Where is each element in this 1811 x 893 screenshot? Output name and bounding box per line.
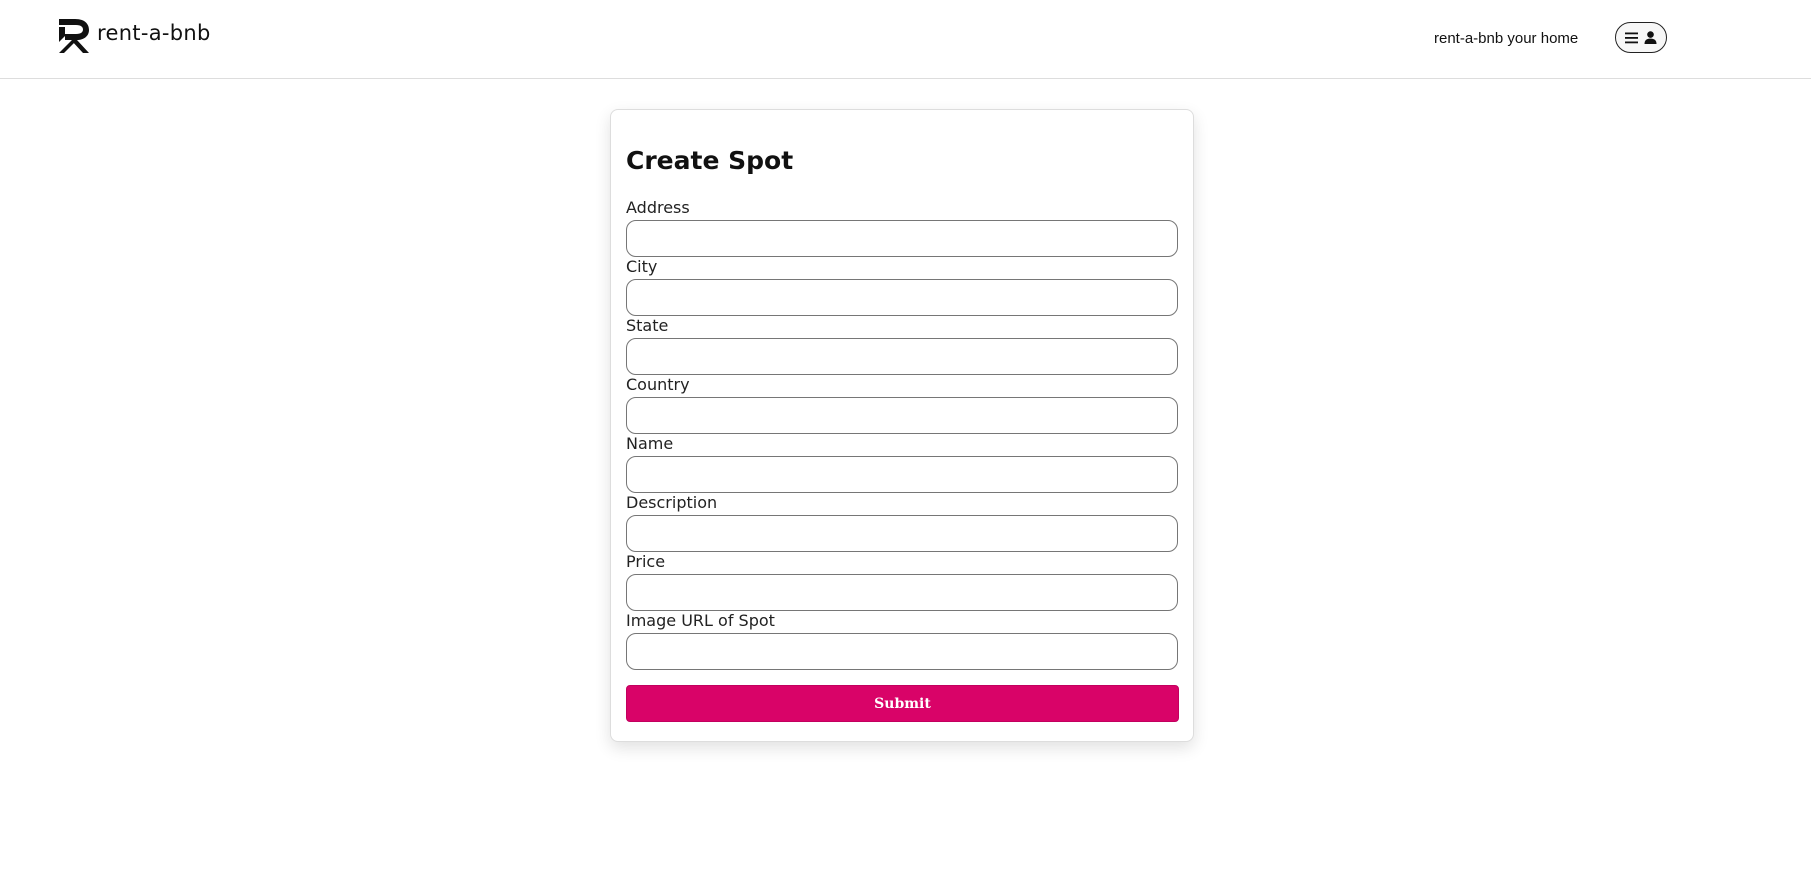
host-your-home-link[interactable]: rent-a-bnb your home	[1434, 30, 1578, 47]
r-logo-icon	[59, 19, 89, 53]
address-input[interactable]	[626, 220, 1178, 257]
name-input[interactable]	[626, 456, 1178, 493]
create-spot-form: Create Spot Address City State Country N…	[610, 109, 1194, 742]
price-label: Price	[626, 552, 666, 571]
description-label: Description	[626, 493, 718, 512]
submit-button[interactable]: Submit	[626, 685, 1179, 722]
city-label: City	[626, 257, 658, 276]
country-label: Country	[626, 375, 690, 394]
address-label: Address	[626, 198, 690, 217]
image-url-input[interactable]	[626, 633, 1178, 670]
state-input[interactable]	[626, 338, 1178, 375]
home-logo-link[interactable]: rent-a-bnb	[56, 17, 211, 55]
country-input[interactable]	[626, 397, 1178, 434]
name-label: Name	[626, 434, 674, 453]
image-url-label: Image URL of Spot	[626, 611, 775, 630]
menu-icon	[1625, 32, 1638, 43]
form-title: Create Spot	[626, 146, 794, 175]
profile-menu-button[interactable]	[1615, 22, 1667, 53]
user-icon	[1644, 31, 1657, 44]
description-input[interactable]	[626, 515, 1178, 552]
state-label: State	[626, 316, 669, 335]
city-input[interactable]	[626, 279, 1178, 316]
price-input[interactable]	[626, 574, 1178, 611]
brand-name: rent-a-bnb	[97, 21, 211, 45]
top-nav-bar: rent-a-bnb rent-a-bnb your home	[0, 0, 1811, 79]
